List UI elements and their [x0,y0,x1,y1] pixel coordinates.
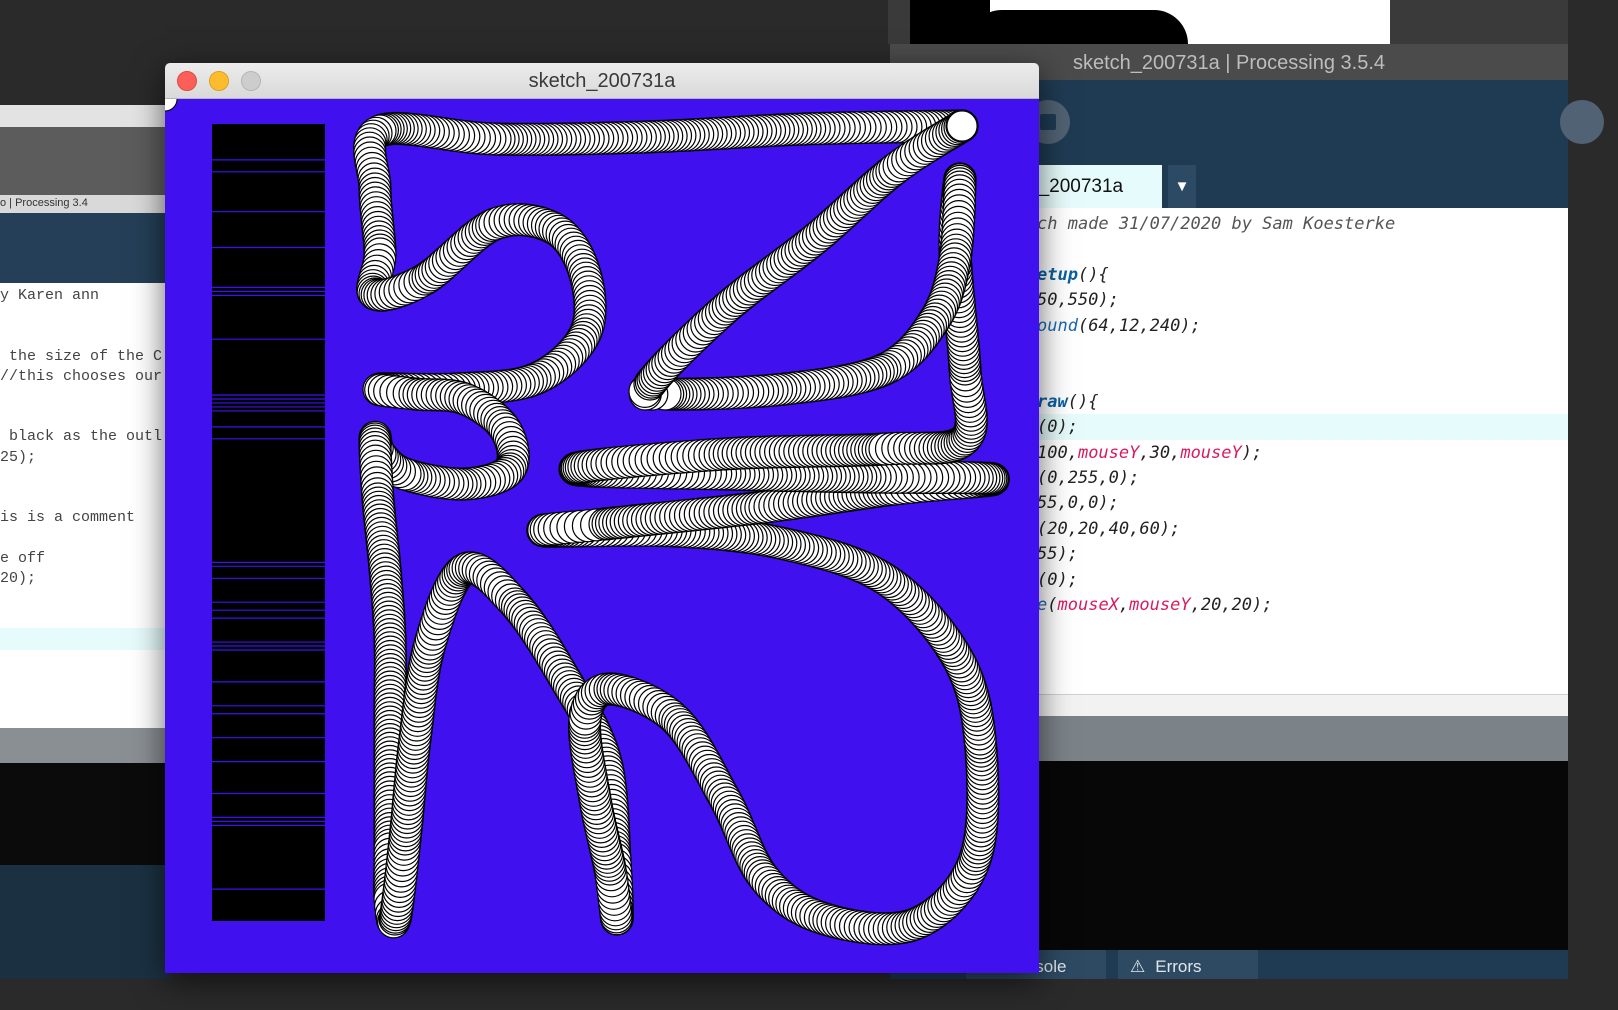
sidebar-rect [212,124,325,921]
mouse-circle [946,110,978,142]
left-window-current-line [0,628,170,650]
left-code-line: 20); [0,569,37,587]
errors-tab-label: Errors [1155,957,1202,976]
left-window-titlebar: o | Processing 3.4 [0,195,170,214]
left-code-line: e off [0,549,46,567]
left-window-title: o | Processing 3.4 [0,197,88,209]
left-window-message-bar [0,728,170,763]
code-line: 50,550); [1037,290,1119,311]
code-line: raw(){ [1037,391,1099,412]
left-code-line: 25); [0,448,37,466]
mode-button[interactable] [1560,100,1604,144]
tab-sketch-label: h_200731a [1028,176,1124,197]
left-window-footer [0,865,170,979]
background-processing-window: o | Processing 3.4 y Karen ann the size … [0,105,170,868]
code-line: etup(){ [1037,264,1109,285]
code-line: ch made 31/07/2020 by Sam Koesterke [1037,214,1396,234]
code-line: (0,255,0); [1037,468,1140,488]
corner-arc [165,99,178,112]
code-line: (0); [1037,569,1078,590]
left-code-line: y Karen ann [0,287,100,304]
code-line: e(mouseX,mouseY,20,20); [1037,595,1273,615]
left-code-line: //this chooses our [0,367,163,385]
sketch-window: sketch_200731a [165,63,1039,973]
code-line: ound(64,12,240); [1037,315,1201,336]
left-window-toolbar [0,213,170,283]
left-window-console [0,763,170,868]
sketch-drawing [165,99,1010,946]
left-code-line: is is a comment [0,509,136,527]
sketch-titlebar[interactable]: sketch_200731a [165,63,1039,99]
warning-icon: ⚠ [1130,957,1146,976]
code-line: (20,20,40,60); [1037,518,1181,539]
sketch-canvas[interactable] [165,99,1039,973]
left-code-line: black as the outl [0,428,163,446]
code-line: 55,0,0); [1037,493,1119,514]
sketch-title: sketch_200731a [528,70,676,92]
code-line: 55); [1037,544,1078,565]
background-image-strip [888,0,1568,44]
left-window-chrome [0,105,170,195]
code-line: (0); [1037,417,1078,438]
errors-tab[interactable]: ⚠ Errors [1118,950,1258,979]
tab-menu-button[interactable]: ▼ [1168,165,1196,208]
left-code-line: the size of the C [0,347,163,365]
left-window-editor[interactable]: y Karen ann the size of the C //this choo… [0,283,170,728]
stop-icon [1040,114,1056,130]
tab-sketch[interactable]: h_200731a [1028,165,1162,208]
code-line: 100,mouseY,30,mouseY); [1037,442,1263,463]
